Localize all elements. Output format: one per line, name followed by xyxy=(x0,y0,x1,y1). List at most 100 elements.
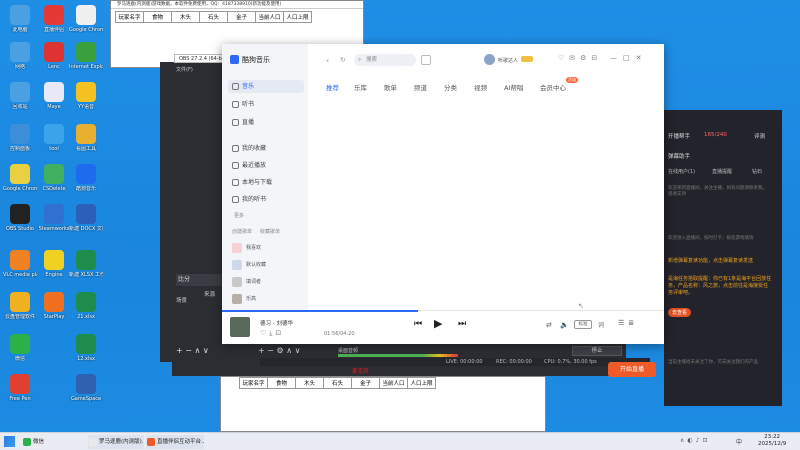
play-button[interactable]: ▶ xyxy=(434,317,442,330)
desktop-icon[interactable]: 新建 DOCX 文档 xyxy=(69,204,103,244)
playlist-tab-collect[interactable]: 收藏歌单 xyxy=(260,228,280,235)
loop-icon[interactable]: ⇄ xyxy=(546,321,552,329)
taskbar-app[interactable]: 罗马逐鹿(内测版)... xyxy=(88,435,144,449)
nav-more[interactable]: 更多 xyxy=(234,212,244,219)
desktop-icon[interactable]: 酷狗音乐 xyxy=(69,164,103,204)
music-tab[interactable]: 分类 xyxy=(444,82,457,92)
desktop-icon[interactable]: 云盘管理软件 xyxy=(3,292,37,332)
desktop-icon[interactable]: GameSpace xyxy=(69,374,103,414)
sheet-header-cell[interactable]: 石头 xyxy=(323,377,352,389)
window-tool-icons[interactable]: ♡✉⚙⊟ xyxy=(558,54,602,62)
nav-item[interactable]: 最近播放 xyxy=(228,159,304,172)
quality-button[interactable]: 标准 xyxy=(574,320,592,329)
recognize-icon[interactable] xyxy=(421,55,431,65)
progress-bar[interactable] xyxy=(222,310,418,312)
obs-scene-item[interactable]: 比分 xyxy=(176,274,222,286)
ime-indicator[interactable]: 中 xyxy=(736,437,742,446)
refresh-icon[interactable]: ↻ xyxy=(340,56,346,64)
nav-item[interactable]: 直播 xyxy=(228,116,304,129)
back-icon[interactable]: ‹ xyxy=(326,56,329,65)
desktop-icon[interactable]: Free Pen xyxy=(3,374,37,414)
obs-stop-button[interactable]: 停止 xyxy=(572,346,622,356)
sheet-header-cell[interactable]: 金子 xyxy=(351,377,380,389)
live-assistant-panel[interactable]: 开播帮手 165/240 评测 弹幕助手 在线用户(1) 直播提醒 钻石 欢迎来到直… xyxy=(664,110,782,406)
music-tab[interactable]: 乐库 xyxy=(354,82,367,92)
music-window[interactable]: 酷狗音乐 音乐 听书 直播 我的收藏 最近播放 本地与下载 我的听书 更多 创建歌单 收藏… xyxy=(222,44,664,344)
nav-item[interactable]: 我的听书 xyxy=(228,193,304,206)
album-cover[interactable] xyxy=(230,317,250,337)
desktop-icon[interactable]: Maye xyxy=(37,82,71,122)
nav-item[interactable]: 我的收藏 xyxy=(228,142,304,155)
desktop-icon[interactable]: Lenc xyxy=(37,42,71,82)
desktop-icon[interactable]: 回收站 xyxy=(3,82,37,122)
track-actions[interactable]: ♡⤓⊡ xyxy=(260,329,284,338)
search-input[interactable]: ⌕ 搜索 xyxy=(354,54,416,66)
sheet-header-cell[interactable]: 木头 xyxy=(295,377,324,389)
taskbar-app[interactable]: 微信 xyxy=(22,435,70,449)
desktop-icon[interactable]: 直播伴侣 xyxy=(37,5,71,45)
desktop-icon[interactable]: Google Chrome xyxy=(3,164,37,204)
start-live-button[interactable]: 开始直播 xyxy=(608,362,656,377)
sheet-header-cell[interactable]: 人口上限 xyxy=(407,377,436,389)
playlist-item[interactable]: 我喜欢 xyxy=(232,242,261,254)
playlist-header[interactable]: 创建歌单 xyxy=(232,228,252,235)
prev-button[interactable]: ⏮ xyxy=(414,319,422,329)
music-tab[interactable]: 视频 xyxy=(474,82,487,92)
desktop-icon[interactable]: Engine xyxy=(37,250,71,290)
desktop-icon[interactable]: Internet Explorer xyxy=(69,42,103,82)
live-tab[interactable]: 在线用户(1) xyxy=(668,168,695,175)
sheet-header-cell[interactable]: 木头 xyxy=(171,11,200,23)
nav-item[interactable]: 听书 xyxy=(228,98,304,111)
desktop-icon[interactable]: VLC media player xyxy=(3,250,37,290)
track-title[interactable]: 德习 - 刘德华 xyxy=(260,319,293,327)
desktop-icon[interactable]: YY语音 xyxy=(69,82,103,122)
next-button[interactable]: ⏭ xyxy=(458,319,466,329)
avatar[interactable] xyxy=(484,54,495,65)
volume-icon[interactable]: 🔈 xyxy=(560,321,569,329)
desktop-icon[interactable]: OBS Studio xyxy=(3,204,37,244)
clock[interactable]: 23:22 2025/12/9 xyxy=(758,434,786,448)
music-tab[interactable]: 频道 xyxy=(414,82,427,92)
desktop-icon[interactable]: Google Chrome xyxy=(69,5,103,45)
obs-source-controls[interactable]: + − ⚙ ∧ ∨ xyxy=(258,346,300,355)
taskbar-app[interactable]: 直播伴侣互动平台... xyxy=(146,435,204,449)
live-menu[interactable]: 评测 xyxy=(754,132,765,140)
sheet-header-cell[interactable]: 食物 xyxy=(267,377,296,389)
obs-window[interactable]: OBS 27.2.4 (64-bit, windows) 文件(F) 比分 场景… xyxy=(160,54,284,362)
sheet-header-cell[interactable]: 石头 xyxy=(199,11,228,23)
lyric-button[interactable]: 词 xyxy=(598,320,604,329)
desktop-icon[interactable]: 此电脑 xyxy=(3,5,37,45)
sheet-header-cell[interactable]: 玩家名字 xyxy=(239,377,268,389)
sheet-header-cell[interactable]: 当前人口 xyxy=(379,377,408,389)
music-tab[interactable]: 推荐 xyxy=(326,82,339,92)
user-name[interactable]: 听歌达人 xyxy=(498,57,518,64)
nav-item[interactable]: 音乐 xyxy=(228,80,304,93)
playlist-item[interactable]: 填词者 xyxy=(232,276,261,288)
desktop-icon[interactable]: 网络 xyxy=(3,42,37,82)
window-controls[interactable]: —□✕ xyxy=(610,54,647,62)
obs-menu-file[interactable]: 文件(F) xyxy=(176,66,193,73)
sheet-header-cell[interactable]: 玩家名字 xyxy=(115,11,144,23)
desktop-icon[interactable]: 12.xlsx xyxy=(69,334,103,374)
sheet-window-bottom[interactable]: 玩家名字 食物 木头 石头 金子 当前人口 人口上限 xyxy=(220,376,546,432)
desktop-icon[interactable]: 21.xlsx xyxy=(69,292,103,332)
tray-icons[interactable]: ∧◐♪⊡ xyxy=(680,437,710,444)
music-tab[interactable]: 会员中心 xyxy=(540,82,566,92)
nav-item[interactable]: 本地与下载 xyxy=(228,176,304,189)
desktop-icon[interactable]: 微信 xyxy=(3,334,37,374)
desktop-icon[interactable]: 控制面板 xyxy=(3,124,37,164)
windows-start-icon[interactable] xyxy=(4,436,15,447)
desktop-icon[interactable]: StarPlay xyxy=(37,292,71,332)
desktop-icon[interactable]: 新建 XLSX 工作表 xyxy=(69,250,103,290)
desktop-icon[interactable]: tool xyxy=(37,124,71,164)
sheet-header-cell[interactable]: 当前人口 xyxy=(255,11,284,23)
sheet-header-cell[interactable]: 人口上限 xyxy=(283,11,312,23)
desktop-icon[interactable]: 看图工具 xyxy=(69,124,103,164)
music-tab[interactable]: AI帮唱 xyxy=(504,82,523,92)
obs-controls-icons[interactable]: + − ∧ ∨ xyxy=(176,346,209,355)
live-accept-button[interactable]: 去查看 xyxy=(668,308,692,317)
sheet-header-cell[interactable]: 金子 xyxy=(227,11,256,23)
player-extra-icons[interactable]: ☰≣ xyxy=(618,319,638,327)
live-tab[interactable]: 钻石 xyxy=(752,168,762,175)
music-tab[interactable]: 歌单 xyxy=(384,82,397,92)
